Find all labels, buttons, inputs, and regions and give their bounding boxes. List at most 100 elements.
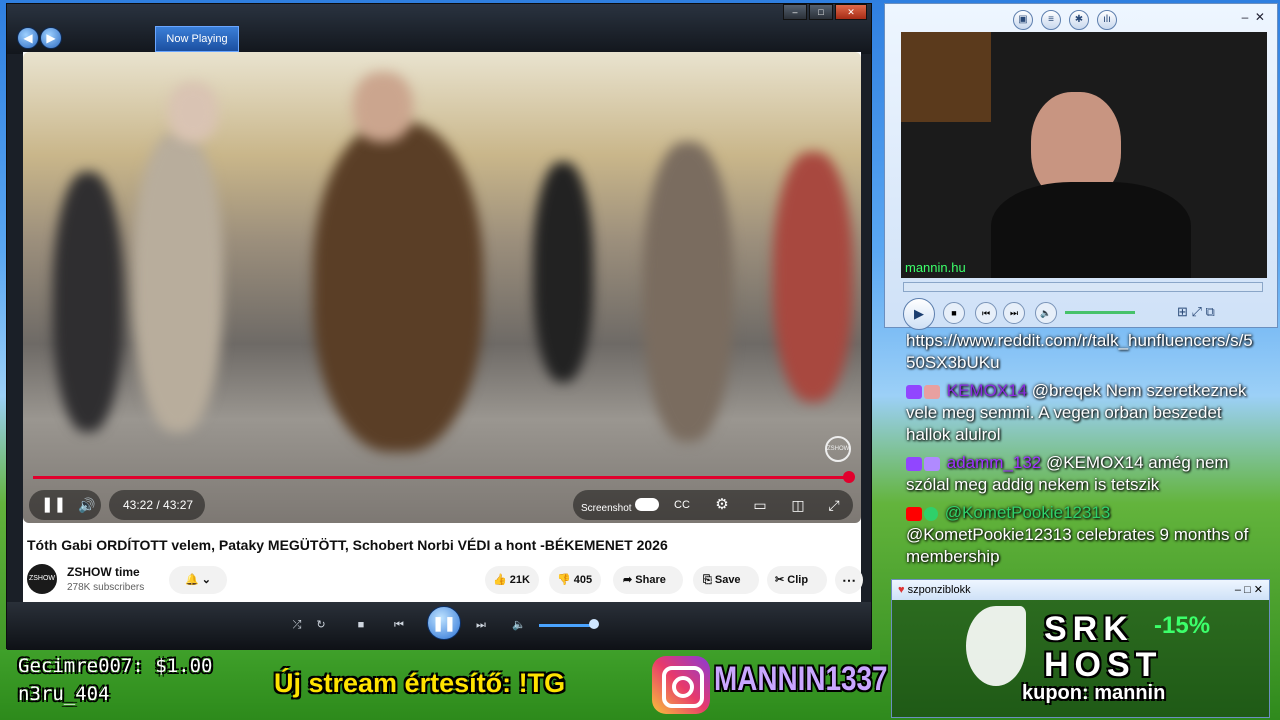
avatar <box>924 456 940 471</box>
screenshot-toggle[interactable] <box>635 490 659 520</box>
sponsor-titlebar: ♥ szponziblokk – □ ✕ <box>892 580 1269 600</box>
bookmark-icon: ⎘ <box>703 574 715 586</box>
shuffle-icon[interactable]: ⤮ <box>289 616 305 634</box>
miniplayer-icon[interactable]: ▭ <box>751 490 769 520</box>
share-label: Share <box>635 574 666 586</box>
avatar <box>924 384 940 399</box>
time-display: 43:22 / 43:27 <box>123 498 194 512</box>
progress-scrubber[interactable] <box>843 471 855 483</box>
cam-volume-slider[interactable] <box>1065 311 1135 314</box>
cam-volume-icon[interactable]: 🔈 <box>1035 302 1057 324</box>
effects-icon[interactable]: ✱ <box>1069 10 1089 30</box>
forward-arrow-icon[interactable]: ▶ <box>40 27 62 49</box>
chat-username: adamm_132 <box>946 453 1042 472</box>
settings-gear-icon[interactable]: ⚙ <box>713 490 731 520</box>
media-player-window: ◀ ▶ Now Playing – □ ✕ ZSHOW ❚❚ 🔊 43:22 /… <box>6 3 872 650</box>
chat-message: KEMOX14 @breqek Nem szeretkeznek vele me… <box>906 380 1256 446</box>
minimize-button[interactable]: – <box>783 4 807 20</box>
like-button[interactable]: 👍 21K <box>485 566 539 594</box>
cam-window-controls[interactable]: – ✕ <box>1242 10 1265 24</box>
instagram-icon <box>652 656 710 714</box>
cam-extra-icons[interactable]: ⊞ ⤢ ⧉ <box>1177 304 1215 320</box>
chat-message: adamm_132 @KEMOX14 amég nem szólal meg a… <box>906 452 1256 496</box>
theater-mode-icon[interactable]: ◫ <box>789 490 807 520</box>
save-button[interactable]: ⎘ Save <box>693 566 759 594</box>
save-label: Save <box>714 574 741 586</box>
channel-avatar[interactable]: ZSHOW time <box>27 564 57 612</box>
cam-transport-bar: ▶ ■ ⏮ ⏭ 🔈 ⊞ ⤢ ⧉ <box>885 280 1277 330</box>
volume-slider-thumb[interactable] <box>589 619 599 629</box>
like-count: 21K <box>509 574 530 586</box>
cam-stop-icon[interactable]: ■ <box>943 302 965 324</box>
cam-next-icon[interactable]: ⏭ <box>1003 302 1025 324</box>
sponsor-brand-line2: HOST <box>1044 646 1163 684</box>
back-arrow-icon[interactable]: ◀ <box>17 27 39 49</box>
sponsor-discount: -15% <box>1154 612 1211 639</box>
cam-person-shape <box>991 182 1191 278</box>
video-blur-shape <box>533 162 593 382</box>
video-blur-shape <box>133 132 223 432</box>
clip-label: Clip <box>787 574 809 586</box>
cam-previous-icon[interactable]: ⏮ <box>975 302 997 324</box>
notification-bell-button[interactable]: 🔔 ⌄ <box>169 566 227 594</box>
volume-icon[interactable]: 🔊 <box>77 490 97 520</box>
player-transport-bar: ⤮ ↻ ■ ⏮ ❚❚ ⏭ 🔈 <box>7 602 871 650</box>
sponsor-window-title: szponziblokk <box>907 584 971 596</box>
next-icon[interactable]: ⏭ <box>469 616 493 634</box>
clip-button[interactable]: ✂ Clip <box>767 566 827 594</box>
captions-icon[interactable]: CC <box>673 490 691 520</box>
chat-text: @KometPookie12313 celebrates 9 months of… <box>906 525 1249 566</box>
progress-bar[interactable] <box>33 476 849 479</box>
sponsor-window-controls[interactable]: – □ ✕ <box>1235 580 1263 600</box>
close-button[interactable]: ✕ <box>835 4 867 20</box>
youtube-icon <box>906 506 922 521</box>
sponsor-window: ♥ szponziblokk – □ ✕ SRK -15% HOST kupon… <box>891 579 1270 718</box>
video-blur-shape <box>353 72 413 142</box>
list-icon[interactable]: ≡ <box>1041 10 1061 30</box>
folder-icon[interactable]: ▣ <box>1013 10 1033 30</box>
screenshot-label: Screenshot <box>581 503 632 514</box>
srk-swan-logo-icon <box>966 606 1026 686</box>
donation-line: Gecimre007: $1.00 <box>18 655 213 677</box>
webcam-window: ▣ ≡ ✱ ılı – ✕ mannin.hu ▶ ■ ⏮ ⏭ 🔈 ⊞ ⤢ ⧉ <box>884 3 1278 330</box>
repeat-icon[interactable]: ↻ <box>313 616 329 634</box>
player-titlebar: ◀ ▶ Now Playing – □ ✕ <box>7 4 871 54</box>
twitch-icon <box>906 384 922 399</box>
chat-message: @KometPookie12313 @KometPookie12313 cele… <box>906 502 1256 568</box>
window-controls: – □ ✕ <box>783 4 867 20</box>
scissors-icon: ✂ <box>775 574 788 586</box>
equalizer-icon[interactable]: ılı <box>1097 10 1117 30</box>
chat-username: @KometPookie12313 <box>944 503 1111 522</box>
thumbs-down-icon: 👎 <box>557 574 574 586</box>
mute-icon[interactable]: 🔈 <box>511 616 527 634</box>
cam-seek-bar[interactable] <box>903 282 1263 292</box>
video-frame[interactable]: ZSHOW ❚❚ 🔊 43:22 / 43:27 Screenshot CC ⚙… <box>23 52 861 523</box>
heart-icon: ♥ <box>898 584 905 596</box>
cam-play-icon[interactable]: ▶ <box>903 298 935 330</box>
webcam-feed <box>901 32 1267 278</box>
chat-partial-line: https://www.reddit.com/r/talk_hunfluence… <box>906 331 1253 372</box>
video-blur-shape <box>53 172 123 432</box>
more-actions-button[interactable]: ⋯ <box>835 566 863 594</box>
play-pause-button[interactable]: ❚❚ <box>427 606 461 640</box>
fullscreen-icon[interactable]: ⤢ <box>825 490 843 520</box>
subscriber-count: 278K subscribers <box>67 582 145 593</box>
video-title: Tóth Gabi ORDÍTOTT velem, Pataky MEGÜTÖT… <box>27 537 668 553</box>
maximize-button[interactable]: □ <box>809 4 833 20</box>
cam-url-label: mannin.hu <box>905 260 966 275</box>
instagram-handle: MANNIN1337 <box>714 660 888 698</box>
chat-username: KEMOX14 <box>946 381 1028 400</box>
video-blur-shape <box>773 152 853 402</box>
pause-icon[interactable]: ❚❚ <box>41 490 66 520</box>
previous-icon[interactable]: ⏮ <box>387 616 411 634</box>
thumbs-up-icon: 👍 <box>493 574 510 586</box>
channel-name[interactable]: ZSHOW time <box>67 565 140 579</box>
tab-now-playing[interactable]: Now Playing <box>155 26 239 52</box>
share-button[interactable]: ➦ Share <box>613 566 683 594</box>
video-blur-shape <box>313 122 483 452</box>
stream-notify-text: Új stream értesítő: !TG <box>274 668 566 698</box>
channel-watermark: ZSHOW <box>825 436 851 462</box>
dislike-button[interactable]: 👎 405 <box>549 566 601 594</box>
stop-icon[interactable]: ■ <box>353 616 369 634</box>
youtube-page: ZSHOW ❚❚ 🔊 43:22 / 43:27 Screenshot CC ⚙… <box>23 52 863 612</box>
